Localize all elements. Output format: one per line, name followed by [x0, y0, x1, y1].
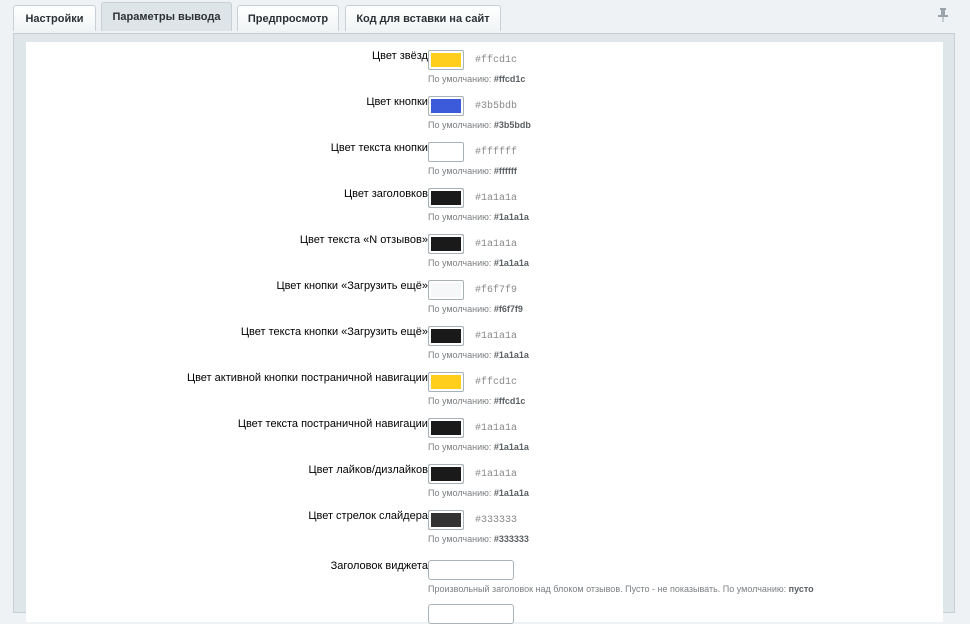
default-prefix: По умолчанию: [428, 534, 492, 544]
color-setting-label: Цвет текста кнопки «Загрузить ещё»: [240, 326, 431, 338]
color-swatch-button[interactable] [428, 234, 464, 254]
color-hex-value[interactable]: #ffffff [475, 147, 517, 158]
widget-title-hint-text: Произвольный заголовок над блоком отзыво… [428, 584, 787, 594]
default-prefix: По умолчанию: [428, 488, 492, 498]
default-value: #1a1a1a [493, 258, 529, 268]
default-prefix: По умолчанию: [428, 212, 492, 222]
default-value-hint: По умолчанию: #3b5bdb [428, 120, 531, 130]
default-value-hint: По умолчанию: #1a1a1a [428, 350, 529, 360]
tab-output-params[interactable]: Параметры вывода [101, 2, 232, 31]
default-value: #3b5bdb [493, 120, 531, 130]
color-setting-label: Цвет стрелок слайдера: [308, 510, 431, 522]
widget-title-hint: Произвольный заголовок над блоком отзыво… [428, 584, 814, 594]
color-swatch-button[interactable] [428, 96, 464, 116]
default-value-hint: По умолчанию: #1a1a1a [428, 442, 529, 452]
default-value-hint: По умолчанию: #ffcd1c [428, 74, 525, 84]
default-value: #1a1a1a [493, 488, 529, 498]
default-value: #ffcd1c [493, 396, 526, 406]
color-swatch-button[interactable] [428, 372, 464, 392]
color-setting-label: Цвет текста постраничной навигации: [237, 418, 431, 430]
tab-embed-code[interactable]: Код для вставки на сайт [345, 5, 501, 31]
color-hex-value[interactable]: #ffcd1c [475, 55, 517, 66]
color-setting-label: Цвет текста «N отзывов»: [299, 234, 431, 246]
color-swatch-button[interactable] [428, 326, 464, 346]
color-hex-value[interactable]: #1a1a1a [475, 331, 517, 342]
color-swatch-button[interactable] [428, 50, 464, 70]
default-value-hint: По умолчанию: #333333 [428, 534, 529, 544]
color-setting-label: Цвет заголовков: [344, 188, 431, 200]
color-setting-label: Цвет звёзд: [372, 50, 431, 62]
pin-icon-graphic [938, 8, 948, 22]
color-hex-value[interactable]: #1a1a1a [475, 193, 517, 204]
default-value: #ffffff [493, 166, 517, 176]
default-value-hint: По умолчанию: #1a1a1a [428, 488, 529, 498]
default-value: #1a1a1a [493, 212, 529, 222]
widget-title-input[interactable] [428, 560, 514, 580]
color-swatch-button[interactable] [428, 280, 464, 300]
color-setting-label: Цвет текста кнопки: [330, 142, 431, 154]
default-prefix: По умолчанию: [428, 166, 492, 176]
default-value-hint: По умолчанию: #ffffff [428, 166, 517, 176]
color-hex-value[interactable]: #1a1a1a [475, 469, 517, 480]
color-swatch-button[interactable] [428, 464, 464, 484]
default-prefix: По умолчанию: [428, 442, 492, 452]
default-value: #1a1a1a [493, 442, 529, 452]
color-swatch-button[interactable] [428, 142, 464, 162]
default-value: #ffcd1c [493, 74, 526, 84]
color-hex-value[interactable]: #1a1a1a [475, 423, 517, 434]
default-prefix: По умолчанию: [428, 74, 492, 84]
color-swatch-button[interactable] [428, 188, 464, 208]
color-setting-label: Цвет кнопки: [366, 96, 431, 108]
tab-preview[interactable]: Предпросмотр [237, 5, 339, 31]
default-prefix: По умолчанию: [428, 396, 492, 406]
default-value-hint: По умолчанию: #1a1a1a [428, 212, 529, 222]
default-prefix: По умолчанию: [428, 258, 492, 268]
default-prefix: По умолчанию: [428, 350, 492, 360]
tab-settings[interactable]: Настройки [13, 5, 96, 31]
color-hex-value[interactable]: #f6f7f9 [475, 285, 517, 296]
default-prefix: По умолчанию: [428, 120, 492, 130]
color-hex-value[interactable]: #3b5bdb [475, 101, 517, 112]
color-hex-value[interactable]: #333333 [475, 515, 517, 526]
default-value: #333333 [493, 534, 529, 544]
pin-icon[interactable] [938, 8, 948, 25]
default-prefix: По умолчанию: [428, 304, 492, 314]
next-field-input[interactable] [428, 604, 514, 624]
settings-panel: Цвет звёзд: #ffcd1c По умолчанию: #ffcd1c Ц… [13, 33, 955, 624]
default-value-hint: По умолчанию: #1a1a1a [428, 258, 529, 268]
color-hex-value[interactable]: #ffcd1c [475, 377, 517, 388]
widget-title-hint-default: пусто [788, 584, 814, 594]
color-swatch-button[interactable] [428, 418, 464, 438]
color-swatch-button[interactable] [428, 510, 464, 530]
default-value-hint: По умолчанию: #f6f7f9 [428, 304, 523, 314]
default-value-hint: По умолчанию: #ffcd1c [428, 396, 525, 406]
color-setting-label: Цвет активной кнопки постраничной навига… [186, 372, 431, 384]
color-setting-label: Цвет лайков/дизлайков: [308, 464, 431, 476]
output-params-form: Цвет звёзд: #ffcd1c По умолчанию: #ffcd1c Ц… [26, 42, 943, 624]
color-setting-label: Цвет кнопки «Загрузить ещё»: [276, 280, 431, 292]
default-value: #f6f7f9 [493, 304, 523, 314]
default-value: #1a1a1a [493, 350, 529, 360]
widget-title-label: Заголовок виджета: [330, 560, 431, 572]
color-hex-value[interactable]: #1a1a1a [475, 239, 517, 250]
